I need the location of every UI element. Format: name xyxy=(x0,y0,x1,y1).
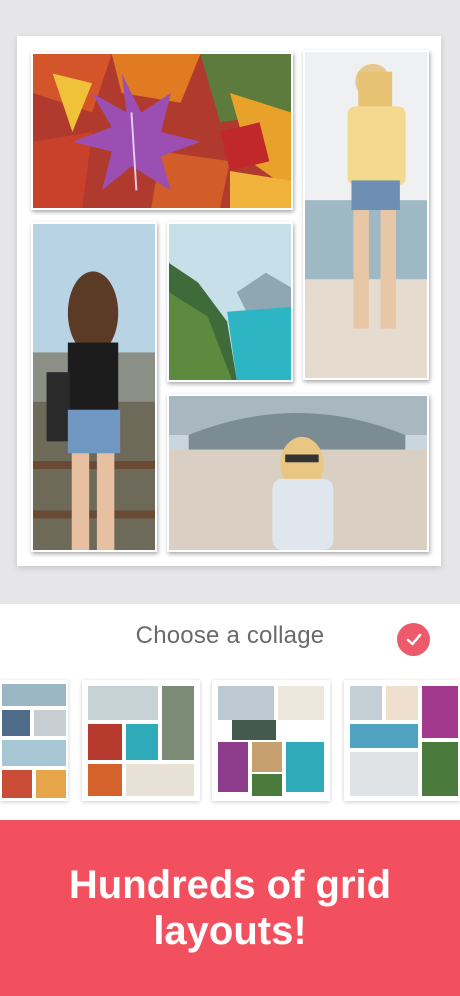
promo-text: Hundreds of grid layouts! xyxy=(68,863,392,953)
layout-option-3[interactable] xyxy=(212,680,330,801)
layout-option-2[interactable] xyxy=(82,680,200,801)
checkmark-icon xyxy=(406,633,421,645)
collage-preview xyxy=(17,36,441,566)
layout-strip[interactable] xyxy=(0,680,460,804)
beach-woman-photo[interactable] xyxy=(303,50,429,380)
layout-option-4[interactable] xyxy=(344,680,460,801)
woman-sunglasses-photo[interactable] xyxy=(167,394,429,552)
lake-mountain-photo[interactable] xyxy=(167,222,293,382)
picker-title: Choose a collage xyxy=(135,622,325,649)
layout-option-1[interactable] xyxy=(0,680,68,801)
confirm-button[interactable] xyxy=(397,623,430,656)
autumn-leaves-photo[interactable] xyxy=(31,52,293,210)
woman-back-view-photo[interactable] xyxy=(31,222,157,552)
